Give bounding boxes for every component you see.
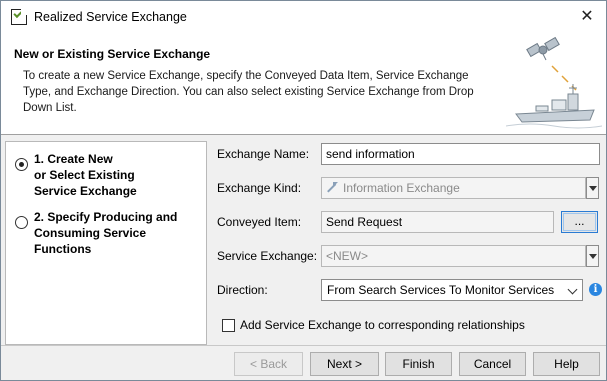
step-1-line-1: 1. Create New [34,152,113,166]
exchange-kind-dropdown-arrow[interactable] [586,177,599,199]
service-exchange-row: Service Exchange: <NEW> [208,245,606,267]
close-icon[interactable]: ✕ [578,7,596,25]
help-button[interactable]: Help [533,352,600,376]
exchange-kind-row: Exchange Kind: Information Exchange [208,177,606,199]
service-exchange-dropdown-arrow[interactable] [586,245,599,267]
satellite-ship-icon [506,36,602,129]
app-check-icon [11,7,28,25]
direction-label: Direction: [217,283,268,297]
add-relationships-checkbox[interactable] [222,318,235,332]
finish-button[interactable]: Finish [385,352,452,376]
conveyed-item-row: Conveyed Item: Send Request ... [208,211,606,233]
window-title: Realized Service Exchange [34,9,187,24]
step-2-radio[interactable] [15,216,28,229]
exchange-form: Exchange Name: send information Exchange… [208,135,606,345]
step-1-radio[interactable] [15,158,28,171]
next-button[interactable]: Next > [310,352,379,376]
conveyed-item-label: Conveyed Item: [217,215,302,229]
direction-select[interactable]: From Search Services To Monitor Services [321,279,583,301]
exchange-kind-combo[interactable]: Information Exchange [321,177,586,199]
conveyed-item-field: Send Request [321,211,554,233]
wizard-header: New or Existing Service Exchange To crea… [1,32,606,135]
direction-value: From Search Services To Monitor Services [327,283,555,297]
header-description: To create a new Service Exchange, specif… [23,70,474,114]
back-button[interactable]: < Back [234,352,303,376]
exchange-name-input[interactable]: send information [321,143,600,165]
chevron-down-icon [567,284,578,295]
step-1-line-3: Service Exchange [34,184,137,198]
step-1-line-2: or Select Existing [34,168,135,182]
button-bar: < Back Next > Finish Cancel Help [1,345,606,380]
step-create-service-exchange[interactable]: 1. Create New or Select Existing Service… [15,151,137,199]
service-exchange-combo[interactable]: <NEW> [321,245,586,267]
exchange-kind-label: Exchange Kind: [217,181,302,195]
step-2-label: 2. Specify Producing and Consuming Servi… [34,209,206,257]
title-bar: Realized Service Exchange ✕ [1,1,606,32]
add-relationships-label: Add Service Exchange to corresponding re… [240,318,525,332]
direction-row: Direction: From Search Services To Monit… [208,279,606,301]
cancel-button[interactable]: Cancel [459,352,526,376]
exchange-name-label: Exchange Name: [217,147,310,161]
add-relationships-option[interactable]: Add Service Exchange to corresponding re… [222,318,525,332]
wizard-steps-panel: 1. Create New or Select Existing Service… [5,141,207,345]
arrow-diagonal-icon [326,182,338,194]
step-1-label: 1. Create New or Select Existing Service… [34,151,137,199]
info-icon[interactable]: i [589,283,602,296]
step-2-line-2: Consuming Service Functions [34,226,147,256]
service-exchange-label: Service Exchange: [217,249,318,263]
header-title: New or Existing Service Exchange [14,47,211,61]
step-2-line-1: 2. Specify Producing and [34,210,178,224]
exchange-name-row: Exchange Name: send information [208,143,606,165]
step-specify-service-functions[interactable]: 2. Specify Producing and Consuming Servi… [15,209,206,257]
conveyed-item-browse-button[interactable]: ... [561,211,598,233]
dialog-window: Realized Service Exchange ✕ New or Exist… [0,0,607,381]
exchange-kind-value: Information Exchange [343,181,460,195]
